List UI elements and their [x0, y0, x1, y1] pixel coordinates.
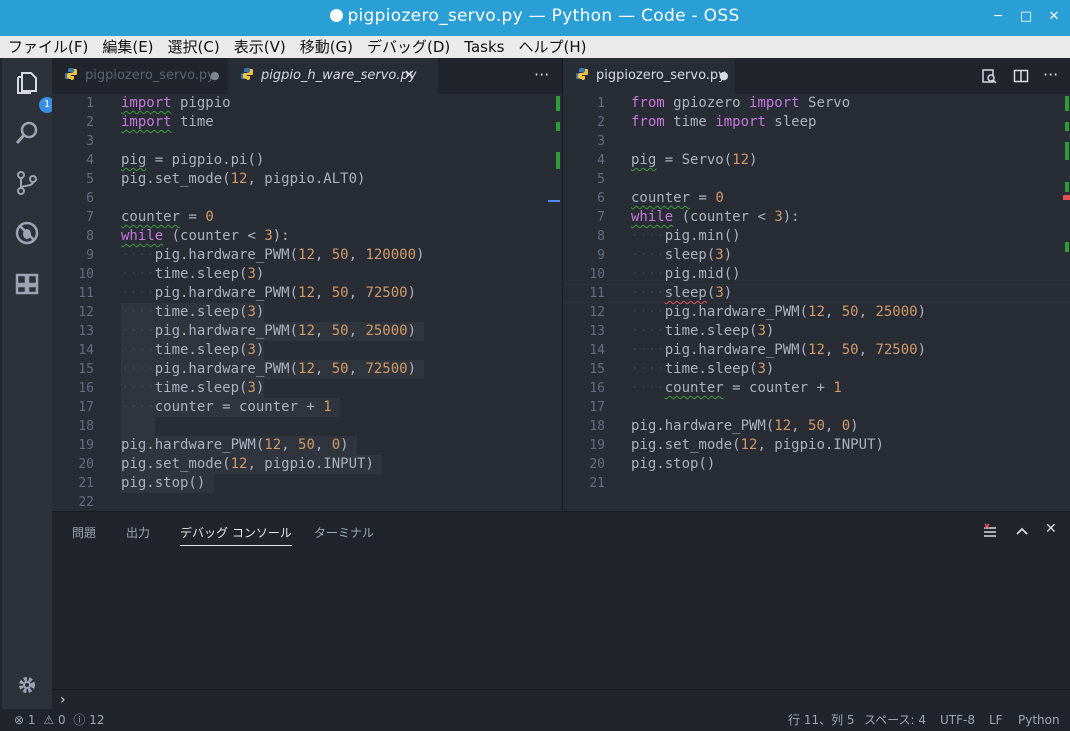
cursor-position[interactable]: 行 11、列 5: [788, 709, 855, 731]
more-actions-icon[interactable]: ···: [534, 58, 549, 92]
unsaved-dot-icon[interactable]: ●: [719, 58, 729, 94]
git-added-marker: [556, 96, 560, 111]
menu-view[interactable]: 表示(V): [226, 36, 292, 58]
left-tab-bar: pigpiozero_servo.py ● pigpio_h_ware_serv…: [52, 58, 562, 94]
search-icon[interactable]: [14, 120, 40, 146]
encoding[interactable]: UTF-8: [940, 709, 975, 731]
window-title: pigpiozero_servo.py — Python — Code - OS…: [0, 6, 1070, 26]
python-file-icon: [65, 68, 77, 80]
tab-pigpio-h-ware-servo[interactable]: pigpio_h_ware_servo.py ✕: [228, 58, 438, 94]
debug-icon[interactable]: [14, 220, 40, 246]
status-bar: ⊗ 1 ⚠ 0 ⓘ 12 行 11、列 5 スペース: 4 UTF-8 LF P…: [0, 709, 1070, 731]
tab-terminal[interactable]: ターミナル: [314, 524, 374, 541]
error-icon: ⊗: [14, 713, 25, 727]
right-tab-bar: pigpiozero_servo.py ● ···: [563, 58, 1070, 94]
git-added-marker: [556, 152, 560, 169]
extensions-icon[interactable]: [14, 270, 40, 296]
python-file-icon: [241, 68, 253, 80]
end-of-line[interactable]: LF: [989, 709, 1003, 731]
unsaved-dot-icon[interactable]: ●: [210, 58, 220, 94]
menu-file[interactable]: ファイル(F): [0, 36, 94, 58]
open-changes-icon[interactable]: [981, 68, 997, 84]
error-marker: [1063, 195, 1070, 200]
menu-selection[interactable]: 選択(C): [160, 36, 226, 58]
left-editor-group: pigpiozero_servo.py ● pigpio_h_ware_serv…: [52, 58, 562, 511]
git-added-marker: [556, 122, 560, 131]
python-file-icon: [576, 68, 588, 80]
tab-output[interactable]: 出力: [126, 524, 150, 541]
activity-bar: 1: [2, 58, 55, 709]
problems-summary[interactable]: ⊗ 1 ⚠ 0 ⓘ 12: [14, 709, 105, 731]
unsaved-dot-icon: [330, 9, 344, 22]
right-editor-group: pigpiozero_servo.py ● ··· 1 from gpiozero…: [563, 58, 1070, 511]
git-added-marker: [1065, 182, 1069, 192]
git-added-marker: [1065, 96, 1069, 111]
menu-debug[interactable]: デバッグ(D): [359, 36, 456, 58]
git-added-marker: [1065, 142, 1069, 160]
left-code-area[interactable]: 1 import pigpio 2 import time 3 4 pig = pig…: [52, 94, 562, 511]
close-panel-icon[interactable]: ✕: [1045, 521, 1057, 537]
tab-problems[interactable]: 問題: [72, 524, 96, 541]
scrollbar-cursor-marker: [548, 200, 560, 202]
source-control-icon[interactable]: [14, 170, 40, 196]
settings-gear-icon[interactable]: [14, 672, 40, 698]
menu-go[interactable]: 移動(G): [292, 36, 359, 58]
menu-bar: ファイル(F) 編集(E) 選択(C) 表示(V) 移動(G) デバッグ(D) Tasks ヘ…: [0, 36, 1070, 58]
git-added-marker: [1065, 122, 1069, 131]
menu-tasks[interactable]: Tasks: [456, 36, 510, 58]
split-editor-icon[interactable]: [1013, 68, 1029, 84]
indentation[interactable]: スペース: 4: [864, 709, 926, 731]
debug-console-input[interactable]: [72, 692, 1062, 710]
menu-edit[interactable]: 編集(E): [94, 36, 159, 58]
info-icon: ⓘ: [73, 713, 86, 727]
tab-pigpiozero-servo-left[interactable]: pigpiozero_servo.py ●: [52, 58, 240, 94]
console-divider: [52, 689, 1070, 690]
warning-icon: ⚠: [43, 713, 55, 727]
clear-console-icon[interactable]: [982, 523, 998, 539]
close-tab-icon[interactable]: ✕: [404, 58, 415, 94]
maximize-button[interactable]: □: [1018, 9, 1034, 25]
bottom-panel: 問題 出力 デバッグ コンソール ターミナル ✕ ›: [52, 511, 1070, 710]
right-code-area[interactable]: 1 from gpiozero import Servo 2 from time i…: [563, 94, 1070, 511]
explorer-icon[interactable]: 1: [14, 70, 55, 113]
close-window-button[interactable]: ✕: [1046, 9, 1062, 25]
language-mode[interactable]: Python: [1018, 709, 1060, 731]
title-bar: pigpiozero_servo.py — Python — Code - OS…: [0, 0, 1070, 36]
minimize-button[interactable]: ─: [990, 9, 1006, 25]
git-added-marker: [1065, 242, 1069, 252]
more-actions-icon[interactable]: ···: [1043, 58, 1058, 92]
tab-debug-console[interactable]: デバッグ コンソール: [180, 524, 292, 546]
tab-pigpiozero-servo-right[interactable]: pigpiozero_servo.py ●: [563, 58, 735, 94]
console-prompt: ›: [60, 692, 66, 708]
maximize-panel-icon[interactable]: [1014, 523, 1030, 539]
menu-help[interactable]: ヘルプ(H): [510, 36, 592, 58]
